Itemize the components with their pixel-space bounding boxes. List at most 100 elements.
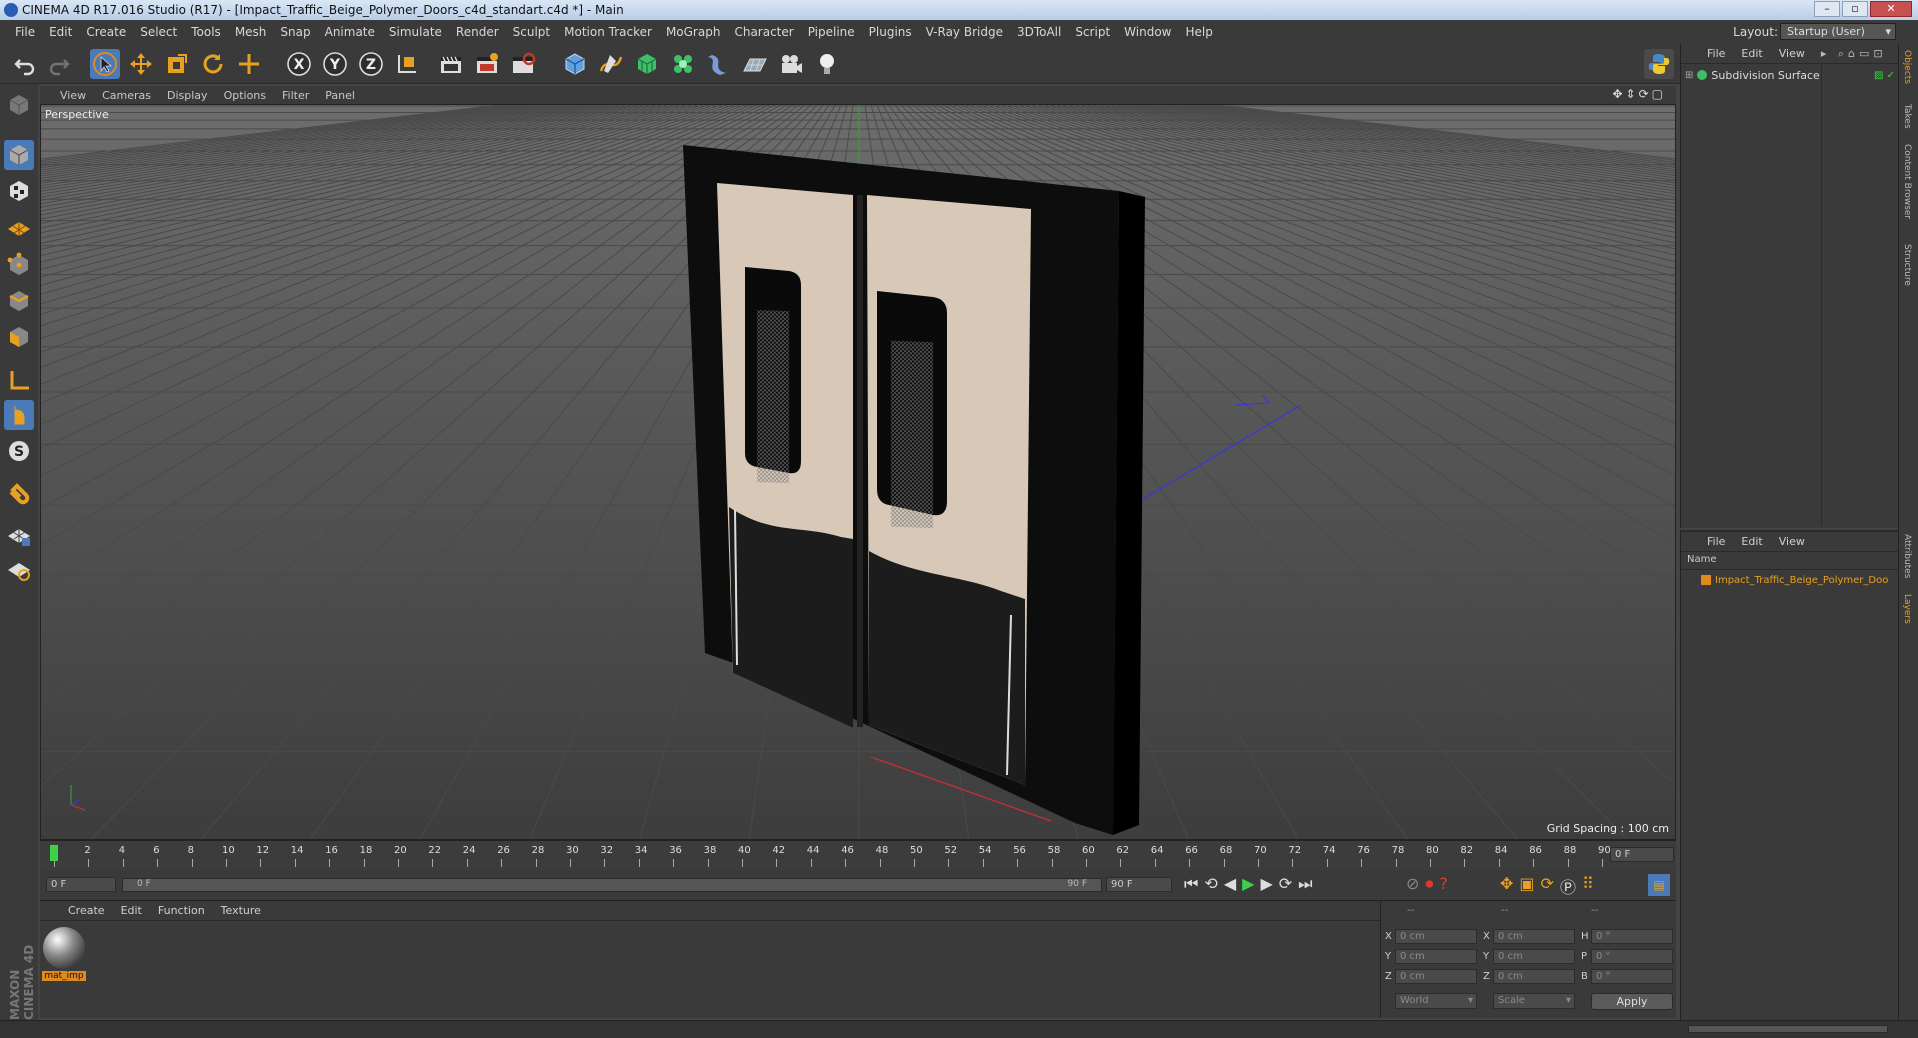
x-axis-icon[interactable]: X bbox=[284, 49, 314, 79]
rotation-h-field[interactable]: 0 ° bbox=[1591, 929, 1673, 944]
menu-plugins[interactable]: Plugins bbox=[862, 25, 919, 39]
size-mode-select[interactable]: Scale ▾ bbox=[1493, 993, 1575, 1009]
tab-layers[interactable]: Layers bbox=[1902, 594, 1912, 624]
horizontal-scrollbar[interactable] bbox=[1688, 1025, 1888, 1033]
layer-menu-view[interactable]: View bbox=[1771, 535, 1813, 548]
timeline-ruler[interactable]: 0246810121416182022242628303234363840424… bbox=[40, 840, 1676, 870]
pen-spline-icon[interactable] bbox=[596, 49, 626, 79]
edges-mode-icon[interactable] bbox=[4, 286, 34, 316]
cloner-icon[interactable] bbox=[668, 49, 698, 79]
points-mode-icon[interactable] bbox=[4, 250, 34, 280]
object-menu-view[interactable]: View bbox=[1771, 47, 1813, 60]
go-to-start-icon[interactable]: ⏮ bbox=[1184, 874, 1198, 894]
rotate-icon[interactable] bbox=[198, 49, 228, 79]
material-swatch[interactable]: mat_imp bbox=[42, 927, 86, 987]
rotation-p-field[interactable]: 0 ° bbox=[1591, 949, 1673, 964]
menu-window[interactable]: Window bbox=[1117, 25, 1178, 39]
previous-frame-icon[interactable]: ◀ bbox=[1224, 874, 1236, 894]
start-frame-field[interactable]: 0 F bbox=[46, 877, 116, 892]
material-menu-create[interactable]: Create bbox=[60, 904, 113, 917]
playhead-marker[interactable] bbox=[50, 845, 58, 861]
menu-animate[interactable]: Animate bbox=[318, 25, 382, 39]
next-frame-icon[interactable]: ▶ bbox=[1260, 874, 1272, 894]
render-view-icon[interactable] bbox=[436, 49, 466, 79]
expand-icon[interactable]: ⊞ bbox=[1685, 70, 1693, 81]
coordinate-mode-select[interactable]: World ▾ bbox=[1395, 993, 1477, 1009]
light-icon[interactable] bbox=[812, 49, 842, 79]
viewport-menu-cameras[interactable]: Cameras bbox=[94, 89, 159, 102]
transform-icon[interactable] bbox=[234, 49, 264, 79]
key-param-icon[interactable]: Ⓟ bbox=[1560, 874, 1576, 898]
viewport-menu-filter[interactable]: Filter bbox=[274, 89, 317, 102]
play-icon[interactable]: ▶ bbox=[1242, 874, 1254, 894]
key-rotation-icon[interactable]: ⟳ bbox=[1541, 874, 1554, 898]
menu-vray-bridge[interactable]: V-Ray Bridge bbox=[919, 25, 1010, 39]
layer-menu-edit[interactable]: Edit bbox=[1733, 535, 1770, 548]
tweak-mode-icon[interactable] bbox=[4, 400, 34, 430]
menu-help[interactable]: Help bbox=[1178, 25, 1219, 39]
make-editable-icon[interactable] bbox=[4, 90, 34, 120]
magnet-icon[interactable] bbox=[4, 480, 34, 510]
snap-settings-icon[interactable] bbox=[4, 554, 34, 584]
previous-key-icon[interactable]: ⟲ bbox=[1204, 874, 1217, 894]
camera-icon[interactable] bbox=[776, 49, 806, 79]
menu-mograph[interactable]: MoGraph bbox=[659, 25, 728, 39]
render-picture-viewer-icon[interactable] bbox=[472, 49, 502, 79]
position-x-field[interactable]: 0 cm bbox=[1395, 929, 1477, 944]
frame-range-slider[interactable]: 0 F 90 F bbox=[122, 878, 1102, 892]
layout-select[interactable]: Startup (User) ▾ bbox=[1780, 23, 1896, 40]
cube-icon[interactable] bbox=[560, 49, 590, 79]
deformer-icon[interactable] bbox=[704, 49, 734, 79]
scale-icon[interactable] bbox=[162, 49, 192, 79]
solo-icon[interactable]: S bbox=[4, 436, 34, 466]
z-axis-icon[interactable]: Z bbox=[356, 49, 386, 79]
layer-row[interactable]: Impact_Traffic_Beige_Polymer_Doo bbox=[1685, 572, 1897, 588]
subdivision-icon[interactable] bbox=[632, 49, 662, 79]
go-to-end-icon[interactable]: ⏭ bbox=[1298, 874, 1312, 894]
viewport-nav-icons[interactable]: ✥⇕⟳▢ bbox=[1612, 87, 1666, 101]
menu-tools[interactable]: Tools bbox=[184, 25, 228, 39]
tab-attributes[interactable]: Attributes bbox=[1902, 534, 1912, 578]
object-menu-edit[interactable]: Edit bbox=[1733, 47, 1770, 60]
tab-structure[interactable]: Structure bbox=[1902, 244, 1912, 286]
size-y-field[interactable]: 0 cm bbox=[1493, 949, 1575, 964]
key-position-icon[interactable]: ✥ bbox=[1500, 874, 1513, 898]
texture-mode-icon[interactable] bbox=[4, 176, 34, 206]
menu-select[interactable]: Select bbox=[133, 25, 184, 39]
render-settings-icon[interactable] bbox=[508, 49, 538, 79]
rotation-b-field[interactable]: 0 ° bbox=[1591, 969, 1673, 984]
axis-mode-icon[interactable] bbox=[4, 366, 34, 396]
menu-pipeline[interactable]: Pipeline bbox=[801, 25, 862, 39]
undo-icon[interactable] bbox=[10, 49, 40, 79]
object-menu-file[interactable]: File bbox=[1699, 47, 1733, 60]
workplane-icon[interactable] bbox=[4, 212, 34, 242]
key-scale-icon[interactable]: ▣ bbox=[1519, 874, 1534, 898]
position-y-field[interactable]: 0 cm bbox=[1395, 949, 1477, 964]
menu-create[interactable]: Create bbox=[79, 25, 133, 39]
minimize-button[interactable]: – bbox=[1814, 1, 1840, 17]
redo-icon[interactable] bbox=[44, 49, 74, 79]
viewport-menu-view[interactable]: View bbox=[52, 89, 94, 102]
model-mode-icon[interactable] bbox=[4, 140, 34, 170]
current-frame-field[interactable]: 0 F bbox=[1610, 847, 1674, 862]
size-z-field[interactable]: 0 cm bbox=[1493, 969, 1575, 984]
position-z-field[interactable]: 0 cm bbox=[1395, 969, 1477, 984]
viewport-menu-options[interactable]: Options bbox=[216, 89, 274, 102]
viewport-menu-panel[interactable]: Panel bbox=[317, 89, 363, 102]
floor-icon[interactable] bbox=[740, 49, 770, 79]
snap-grid-icon[interactable] bbox=[4, 520, 34, 550]
select-arrow-icon[interactable] bbox=[90, 49, 120, 79]
keyframe-selection-icon[interactable]: ? bbox=[1439, 874, 1448, 894]
tab-content-browser[interactable]: Content Browser bbox=[1902, 144, 1912, 219]
menu-file[interactable]: File bbox=[8, 25, 42, 39]
menu-edit[interactable]: Edit bbox=[42, 25, 79, 39]
menu-character[interactable]: Character bbox=[727, 25, 800, 39]
apply-button[interactable]: Apply bbox=[1591, 993, 1673, 1010]
menu-motion-tracker[interactable]: Motion Tracker bbox=[557, 25, 659, 39]
object-visibility-icon[interactable]: ▨ ✓ bbox=[1874, 70, 1895, 81]
perspective-viewport[interactable]: Perspective Grid Spacing : 100 cm bbox=[40, 104, 1676, 840]
menu-simulate[interactable]: Simulate bbox=[382, 25, 449, 39]
tab-takes[interactable]: Takes bbox=[1902, 104, 1912, 129]
polygons-mode-icon[interactable] bbox=[4, 322, 34, 352]
size-x-field[interactable]: 0 cm bbox=[1493, 929, 1575, 944]
